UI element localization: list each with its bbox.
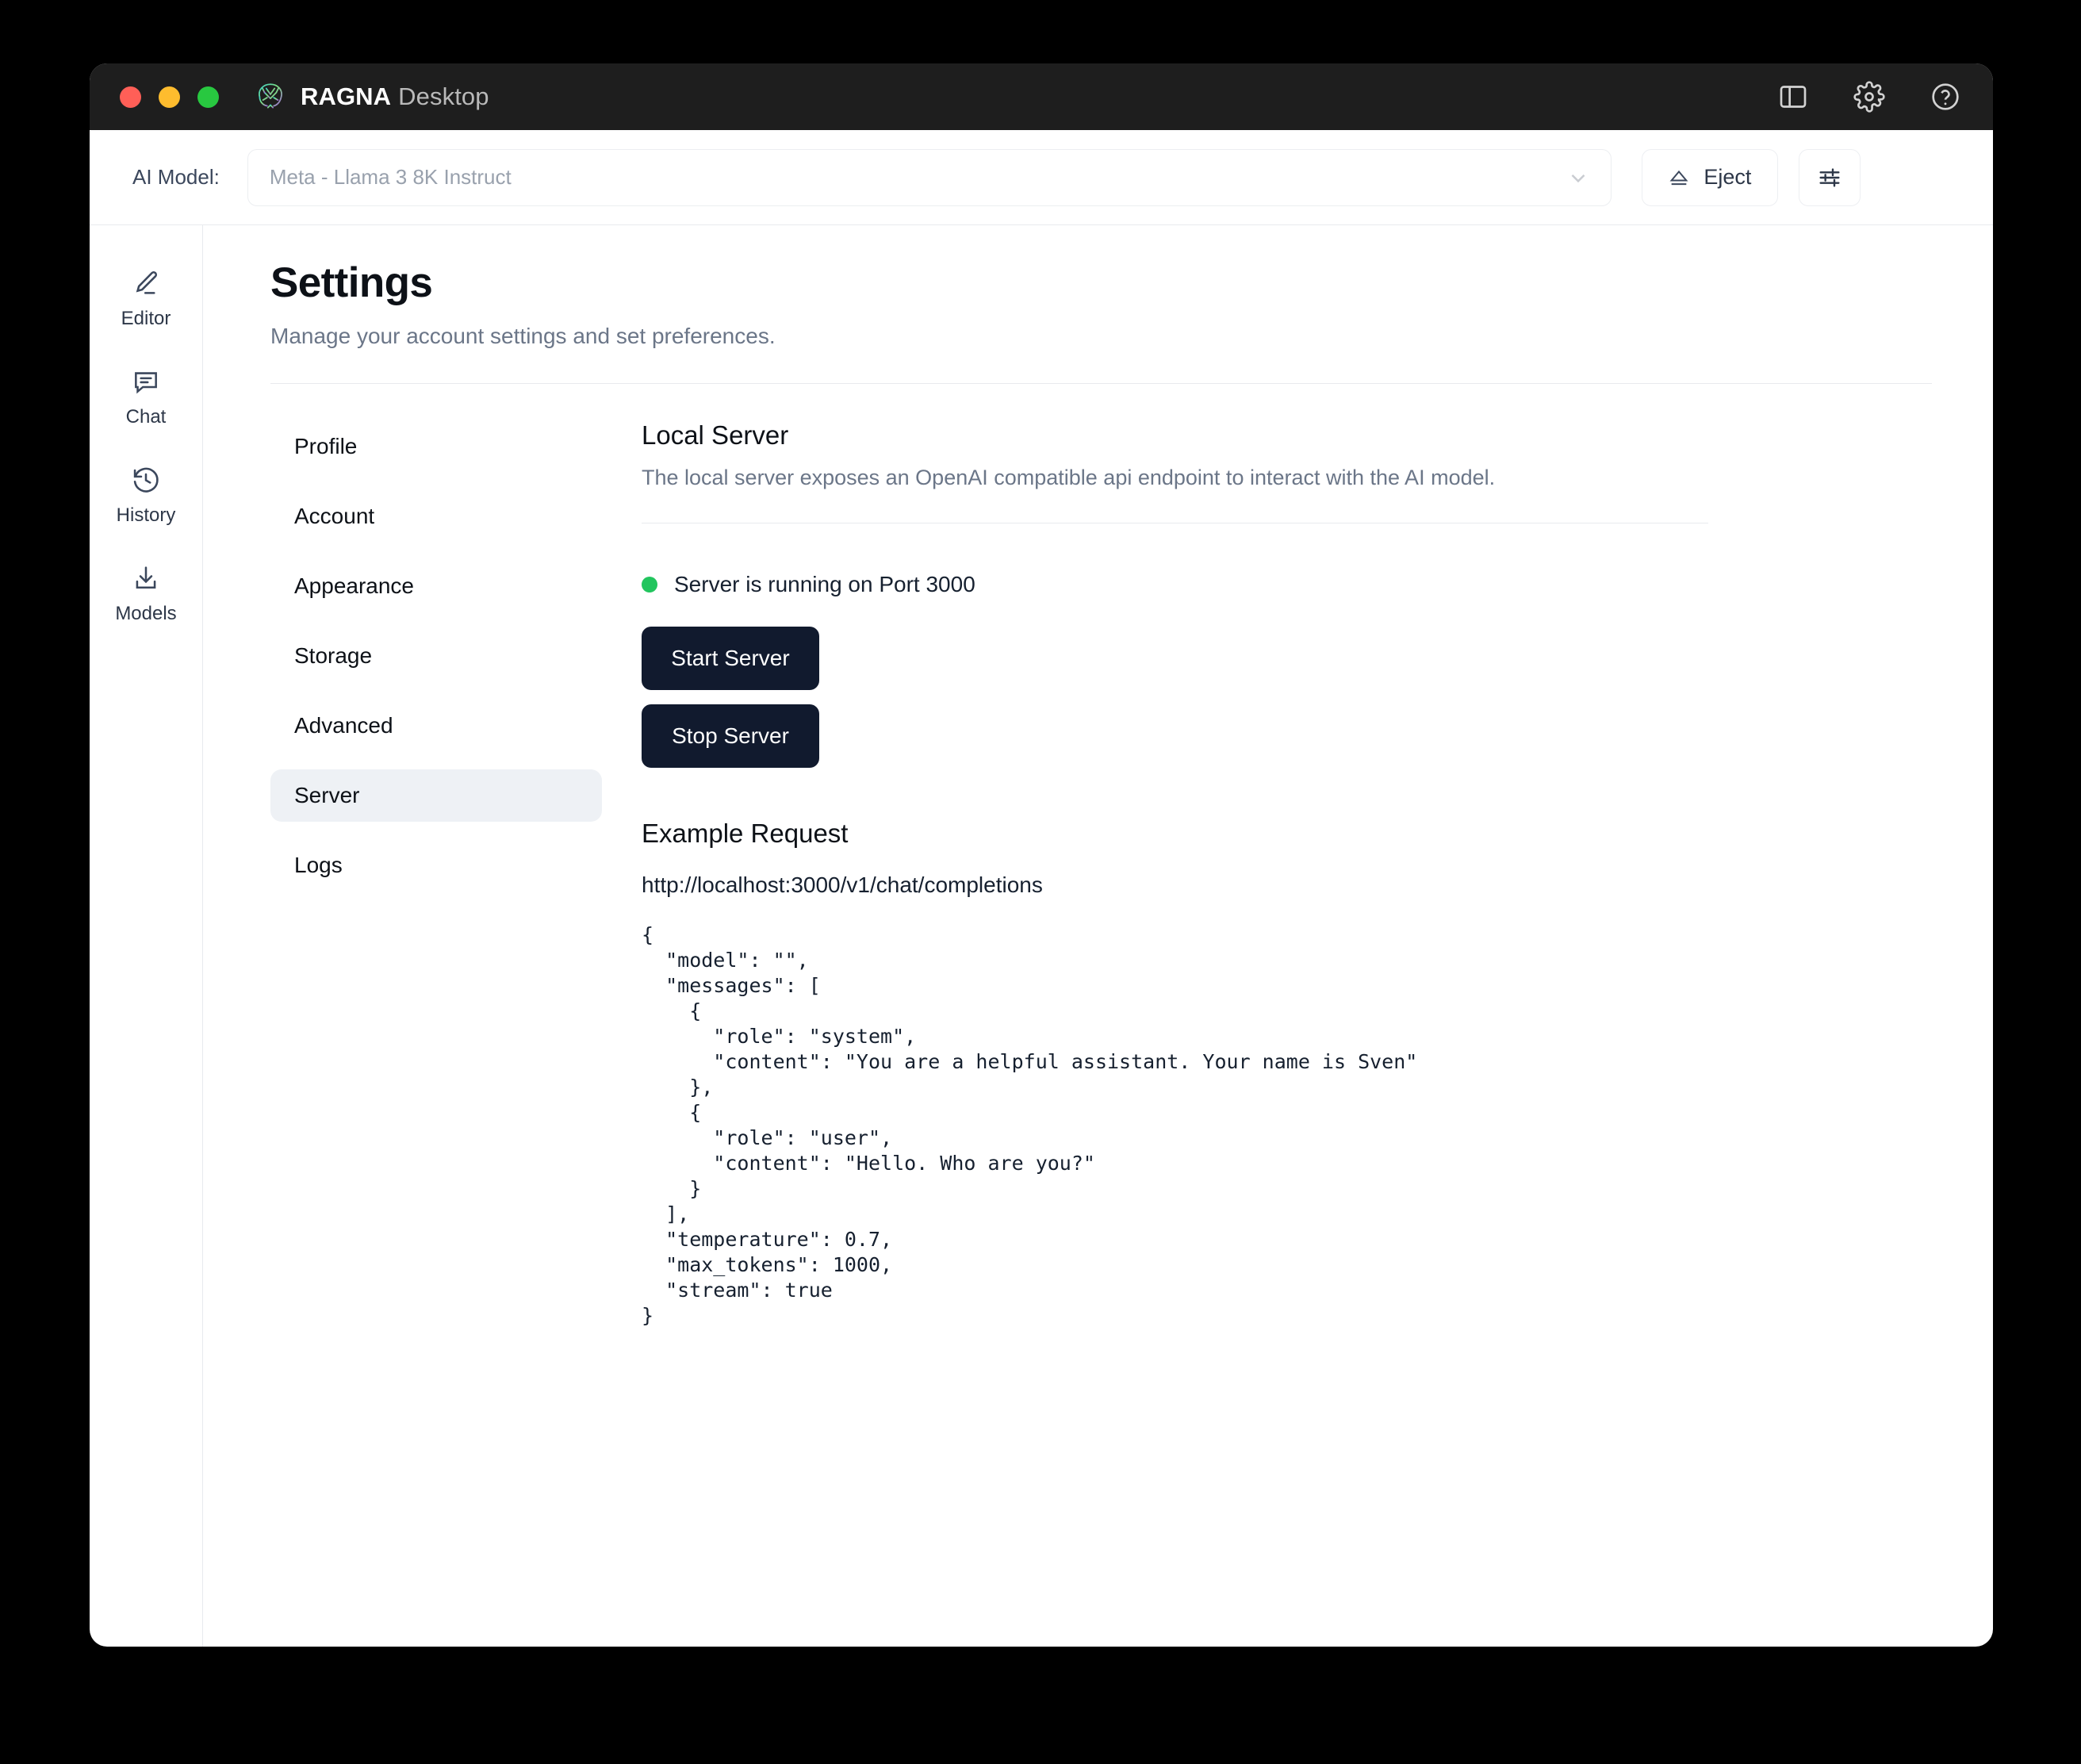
download-icon — [131, 563, 161, 593]
title-bar: RAGNADesktop — [90, 63, 1993, 130]
settings-nav-label-logs: Logs — [294, 853, 343, 878]
section-title: Local Server — [642, 420, 1993, 451]
nav-rail-label-editor: Editor — [121, 308, 171, 330]
settings-content: Settings Manage your account settings an… — [203, 225, 1993, 1647]
eject-button-label: Eject — [1704, 165, 1751, 190]
nav-rail-item-editor[interactable]: Editor — [99, 257, 193, 336]
gear-icon[interactable] — [1853, 81, 1885, 113]
app-window: RAGNADesktop AI — [90, 63, 1993, 1647]
settings-nav-label-advanced: Advanced — [294, 713, 393, 738]
minimize-window-button[interactable] — [159, 86, 180, 108]
panel-layout-icon[interactable] — [1777, 81, 1809, 113]
model-settings-button[interactable] — [1799, 149, 1861, 206]
server-settings-panel: Local Server The local server exposes an… — [604, 420, 1993, 1329]
nav-rail-label-history: History — [117, 504, 176, 527]
settings-nav-label-account: Account — [294, 504, 374, 529]
status-indicator-dot — [642, 577, 657, 592]
stop-server-label: Stop Server — [672, 723, 789, 749]
settings-nav-label-storage: Storage — [294, 643, 372, 669]
nav-rail-item-history[interactable]: History — [99, 454, 193, 533]
settings-nav-item-profile[interactable]: Profile — [270, 420, 602, 473]
chat-bubble-icon — [131, 366, 161, 397]
nav-rail-label-chat: Chat — [126, 406, 167, 428]
section-description: The local server exposes an OpenAI compa… — [642, 466, 1993, 490]
nav-rail: Editor Chat History — [90, 225, 203, 1647]
sliders-icon — [1817, 165, 1842, 190]
model-select[interactable]: Meta - Llama 3 8K Instruct — [247, 149, 1612, 206]
stop-server-button[interactable]: Stop Server — [642, 704, 819, 768]
help-circle-icon[interactable] — [1930, 81, 1961, 113]
settings-nav-item-server[interactable]: Server — [270, 769, 602, 822]
server-status-text: Server is running on Port 3000 — [674, 572, 975, 597]
example-request-body: { "model": "", "messages": [ { "role": "… — [642, 922, 1993, 1329]
settings-nav-item-storage[interactable]: Storage — [270, 630, 602, 682]
zoom-window-button[interactable] — [197, 86, 219, 108]
nav-rail-label-models: Models — [115, 603, 176, 625]
settings-panes: Profile Account Appearance Storage Advan — [270, 420, 1993, 1329]
settings-nav-label-appearance: Appearance — [294, 573, 414, 599]
start-server-button[interactable]: Start Server — [642, 627, 819, 690]
start-server-label: Start Server — [671, 646, 789, 671]
page-title: Settings — [270, 259, 1993, 307]
settings-nav-item-logs[interactable]: Logs — [270, 839, 602, 892]
desktop-background: RAGNADesktop AI — [0, 0, 2081, 1764]
page-divider — [270, 383, 1932, 384]
model-toolbar: AI Model: Meta - Llama 3 8K Instruct Eje… — [90, 130, 1993, 225]
nav-rail-item-chat[interactable]: Chat — [99, 355, 193, 435]
eject-button[interactable]: Eject — [1642, 149, 1778, 206]
brand-secondary: Desktop — [398, 82, 489, 110]
window-body: Editor Chat History — [90, 225, 1993, 1647]
pencil-icon — [131, 268, 161, 298]
chevron-down-icon — [1566, 166, 1590, 190]
nav-rail-item-models[interactable]: Models — [99, 552, 193, 631]
example-request-url: http://localhost:3000/v1/chat/completion… — [642, 872, 1993, 898]
model-select-value: Meta - Llama 3 8K Instruct — [270, 165, 512, 190]
settings-nav-item-appearance[interactable]: Appearance — [270, 560, 602, 612]
title-bar-actions — [1777, 81, 1961, 113]
app-title: RAGNADesktop — [301, 82, 489, 111]
app-brand: RAGNADesktop — [254, 80, 489, 113]
clock-rewind-icon — [131, 465, 161, 495]
brand-primary: RAGNA — [301, 82, 391, 110]
settings-nav-item-advanced[interactable]: Advanced — [270, 700, 602, 752]
server-status: Server is running on Port 3000 — [642, 572, 1993, 597]
example-request-title: Example Request — [642, 819, 1993, 849]
settings-nav: Profile Account Appearance Storage Advan — [270, 420, 604, 1329]
model-label: AI Model: — [132, 165, 220, 190]
settings-nav-item-account[interactable]: Account — [270, 490, 602, 543]
settings-nav-label-server: Server — [294, 783, 359, 808]
page-subtitle: Manage your account settings and set pre… — [270, 324, 1993, 349]
eject-icon — [1668, 167, 1690, 189]
window-controls — [120, 86, 219, 108]
ragna-logo-icon — [254, 80, 287, 113]
settings-nav-label-profile: Profile — [294, 434, 357, 459]
close-window-button[interactable] — [120, 86, 141, 108]
